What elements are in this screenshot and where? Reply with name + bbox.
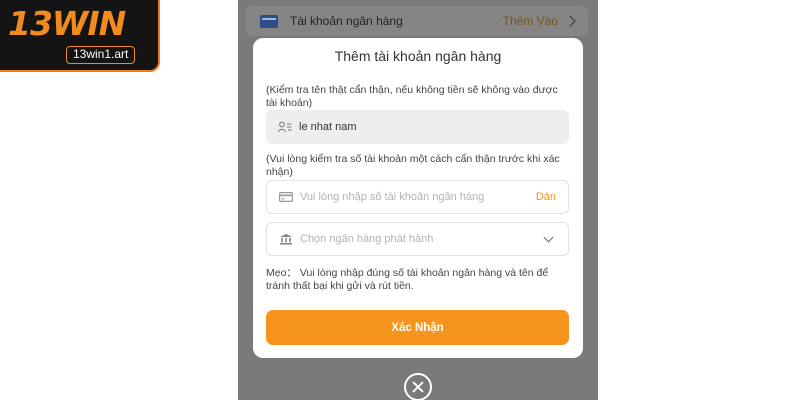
close-icon[interactable] [404,373,432,400]
bank-select[interactable]: Chọn ngân hàng phát hành [266,222,569,256]
bank-account-row[interactable]: Tài khoản ngân hàng Thêm Vào [246,6,588,36]
credit-card-icon [279,191,294,203]
account-holder-name-field[interactable]: le nhat nam [266,110,569,144]
paste-button[interactable]: Dán [536,191,556,203]
user-id-icon [277,121,292,133]
tip-text: Mẹo： Vui lòng nhập đúng số tài khoản ngâ… [266,267,549,292]
bank-building-icon [279,233,293,245]
bank-account-row-label: Tài khoản ngân hàng [290,14,403,28]
chevron-right-icon [564,15,576,27]
chevron-down-icon [543,232,554,242]
account-number-placeholder: Vui lòng nhập số tài khoản ngân hàng [300,191,485,203]
account-number-hint: (Vui lòng kiểm tra số tài khoản một cách… [266,153,560,178]
bank-select-placeholder: Chọn ngân hàng phát hành [300,233,434,245]
account-number-field[interactable]: Vui lòng nhập số tài khoản ngân hàng Dán [266,180,569,214]
add-bank-link[interactable]: Thêm Vào [503,14,558,28]
brand-logo: 13WIN 13win1.art [0,0,160,72]
account-holder-name-value: le nhat nam [299,121,357,133]
logo-url-text: 13win1.art [66,46,136,64]
dialog-title: Thêm tài khoản ngân hàng [334,48,502,64]
logo-brand-text: 13WIN [8,4,126,43]
confirm-button[interactable]: Xác Nhận [266,310,569,345]
name-hint: (Kiểm tra tên thật cẩn thận, nếu không t… [266,84,558,109]
bank-card-icon [260,14,278,28]
add-bank-account-dialog: Thêm tài khoản ngân hàng (Kiểm tra tên t… [253,38,583,358]
